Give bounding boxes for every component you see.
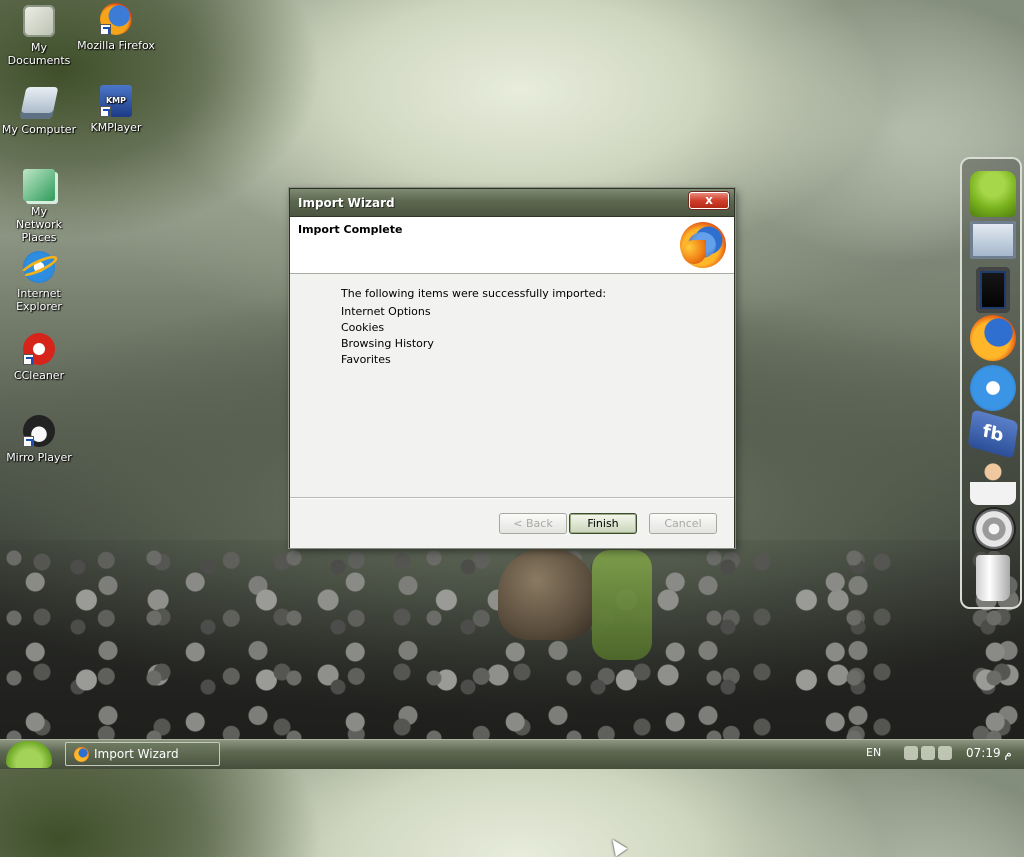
ccleaner-icon xyxy=(23,333,55,365)
facebook-icon[interactable]: fb xyxy=(967,409,1019,461)
list-item: Favorites xyxy=(341,353,391,366)
list-item: Internet Options xyxy=(341,305,431,318)
dialog-titlebar[interactable]: Import Wizard x xyxy=(290,189,734,217)
kmplayer-badge: KMP xyxy=(105,96,127,105)
taskbar-item-label: Import Wizard xyxy=(94,747,179,761)
wallpaper-figure xyxy=(592,550,652,660)
desktop-icon-kmplayer[interactable]: KMP KMPlayer xyxy=(77,85,155,134)
taskbar: Import Wizard EN 07:19 م xyxy=(0,739,1024,769)
internet-explorer-icon[interactable] xyxy=(970,365,1016,411)
desktop-icon-label: Internet Explorer xyxy=(16,287,62,313)
my-computer-icon xyxy=(19,87,59,119)
close-button[interactable]: x xyxy=(689,192,729,209)
shortcut-arrow-icon xyxy=(100,106,111,117)
android-icon[interactable] xyxy=(970,171,1016,217)
language-indicator[interactable]: EN xyxy=(866,746,881,759)
desktop-icon-mozilla-firefox[interactable]: Mozilla Firefox xyxy=(77,3,155,52)
import-summary-text: The following items were successfully im… xyxy=(341,287,607,300)
wallpaper-snail xyxy=(498,548,596,640)
desktop-icon-label: My Network Places xyxy=(16,205,62,244)
start-button[interactable] xyxy=(6,741,52,768)
mirro-player-icon xyxy=(23,415,55,447)
tray-shield-icon[interactable] xyxy=(921,746,935,760)
dialog-header: Import Complete xyxy=(290,217,734,274)
desktop-icon-label: KMPlayer xyxy=(90,121,142,134)
kmplayer-icon: KMP xyxy=(100,85,132,117)
taskbar-clock[interactable]: 07:19 م xyxy=(966,746,1012,760)
desktop-icon-my-documents[interactable]: My Documents xyxy=(0,5,78,67)
dialog-title: Import Wizard xyxy=(298,196,395,210)
firefox-icon[interactable] xyxy=(970,315,1016,361)
list-item: Cookies xyxy=(341,321,385,334)
dialog-content: The following items were successfully im… xyxy=(290,274,734,497)
desktop-icon-label: My Documents xyxy=(7,41,71,67)
tray-clock-icon[interactable] xyxy=(904,746,918,760)
finish-button[interactable]: Finish xyxy=(569,513,637,534)
desktop-icon-label: Mozilla Firefox xyxy=(77,39,155,52)
list-item: Browsing History xyxy=(341,337,434,350)
firefox-icon xyxy=(74,747,89,762)
shortcut-arrow-icon xyxy=(100,24,111,35)
facebook-badge: fb xyxy=(967,409,1019,459)
import-wizard-dialog: Import Wizard x Import Complete The foll… xyxy=(289,188,735,857)
right-dock: fb xyxy=(960,157,1022,609)
shortcut-arrow-icon xyxy=(23,436,34,447)
user-support-icon[interactable] xyxy=(970,459,1016,505)
desktop-icon-label: My Computer xyxy=(1,123,77,136)
dialog-footer: < Back Finish Cancel xyxy=(290,497,734,857)
firefox-icon xyxy=(100,3,132,35)
tray-network-icon[interactable] xyxy=(938,746,952,760)
monitor-icon[interactable] xyxy=(970,221,1016,259)
trash-icon[interactable] xyxy=(976,555,1010,601)
desktop-icon-internet-explorer[interactable]: Internet Explorer xyxy=(0,251,78,313)
close-icon: x xyxy=(705,193,713,207)
ipad-icon[interactable] xyxy=(976,267,1010,313)
back-button[interactable]: < Back xyxy=(499,513,567,534)
taskbar-item-import-wizard[interactable]: Import Wizard xyxy=(65,742,220,766)
cancel-button[interactable]: Cancel xyxy=(649,513,717,534)
desktop-icon-mirro-player[interactable]: Mirro Player xyxy=(0,415,78,464)
desktop-icon-label: CCleaner xyxy=(13,369,65,382)
shortcut-arrow-icon xyxy=(23,354,34,365)
network-places-icon xyxy=(23,169,55,201)
desktop-icon-ccleaner[interactable]: CCleaner xyxy=(0,333,78,382)
desktop-icon-label: Mirro Player xyxy=(6,451,72,464)
my-documents-icon xyxy=(23,5,55,37)
mouse-cursor-icon xyxy=(606,835,628,857)
system-tray xyxy=(904,746,960,762)
imported-items-list: Internet Options Cookies Browsing Histor… xyxy=(341,305,434,369)
desktop-icon-my-computer[interactable]: My Computer xyxy=(0,87,78,136)
settings-gear-icon[interactable] xyxy=(974,509,1014,549)
firefox-logo-icon xyxy=(680,222,726,268)
internet-explorer-icon xyxy=(23,251,55,283)
dialog-header-title: Import Complete xyxy=(298,223,403,236)
desktop-icon-my-network-places[interactable]: My Network Places xyxy=(0,169,78,244)
